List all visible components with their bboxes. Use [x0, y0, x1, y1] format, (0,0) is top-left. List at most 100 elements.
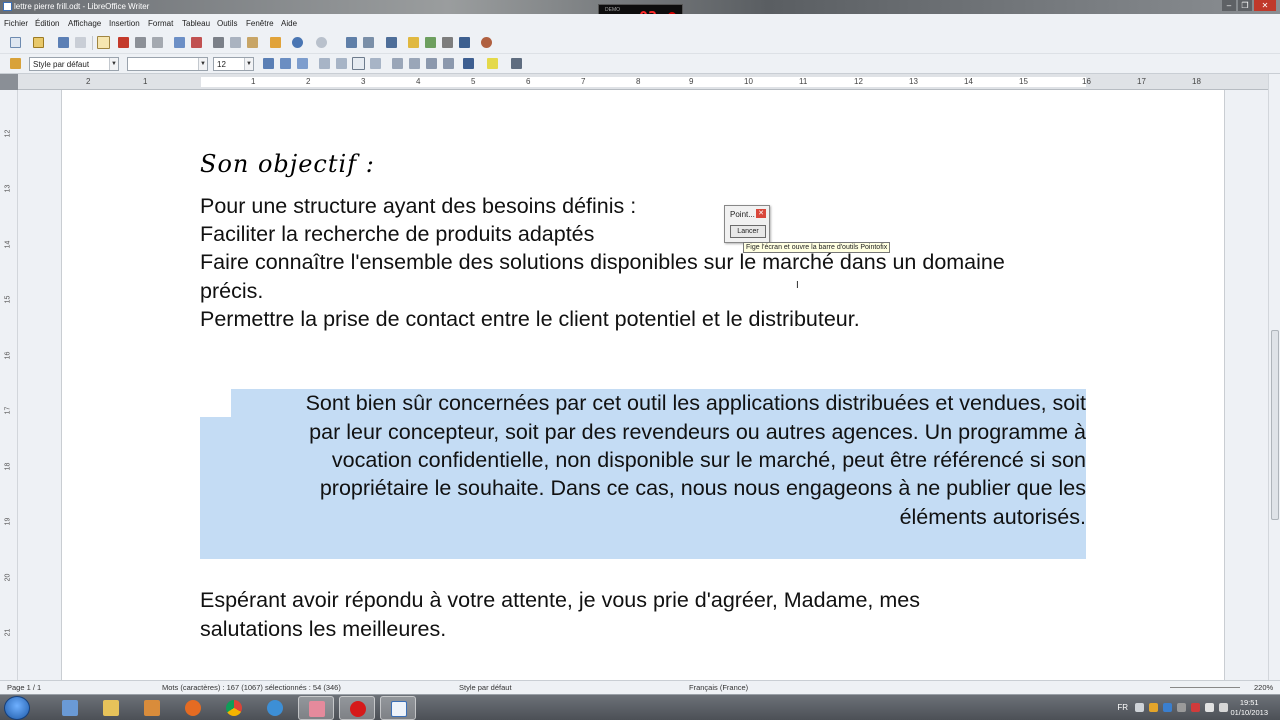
- selected-line: vocation confidentielle, non disponible …: [331, 448, 1086, 472]
- undo-icon[interactable]: [292, 37, 303, 48]
- menu-tableau[interactable]: Tableau: [182, 19, 210, 28]
- navigator-icon[interactable]: [425, 37, 436, 48]
- menu-affichage[interactable]: Affichage: [68, 19, 101, 28]
- taskbar-writer[interactable]: [380, 696, 416, 720]
- selected-line: par leur concepteur, soit par des revend…: [309, 420, 1086, 444]
- print-preview-icon[interactable]: [152, 37, 163, 48]
- tray-app-icon[interactable]: [1163, 703, 1172, 712]
- menu-outils[interactable]: Outils: [217, 19, 237, 28]
- tray-app-icon[interactable]: [1177, 703, 1186, 712]
- clock-time: 19:51: [1239, 698, 1259, 707]
- zoom-slider[interactable]: [1170, 687, 1240, 688]
- selected-paragraph[interactable]: Sont bien sûr concernées par cet outil l…: [200, 389, 1086, 559]
- numbering-icon[interactable]: [392, 58, 403, 69]
- tray-app-icon[interactable]: [1191, 703, 1200, 712]
- tray-clock[interactable]: 19:51 01/10/2013: [1230, 698, 1268, 718]
- recorder-label: DEMO: [605, 7, 620, 13]
- taskbar-explorer[interactable]: [52, 696, 88, 720]
- autocheck-icon[interactable]: [191, 37, 202, 48]
- formatting-toolbar: Style par défaut ▼ ▼ 12 ▼: [0, 54, 1280, 74]
- save-icon[interactable]: [58, 37, 69, 48]
- menu-fichier[interactable]: Fichier: [4, 19, 28, 28]
- taskbar-pointofix[interactable]: [298, 696, 334, 720]
- folder-icon: [103, 700, 119, 716]
- table-icon[interactable]: [363, 37, 374, 48]
- network-icon[interactable]: [1205, 703, 1214, 712]
- redo-icon[interactable]: [316, 37, 327, 48]
- scrollbar-thumb[interactable]: [1271, 330, 1279, 520]
- show-draw-icon[interactable]: [386, 37, 397, 48]
- tray-arrow-icon[interactable]: [1135, 703, 1144, 712]
- vruler-number: 15: [4, 295, 12, 304]
- help-icon[interactable]: [481, 37, 492, 48]
- paste-icon[interactable]: [247, 37, 258, 48]
- find-replace-icon[interactable]: [408, 37, 419, 48]
- taskbar-recorder[interactable]: [339, 696, 375, 720]
- decrease-indent-icon[interactable]: [426, 58, 437, 69]
- close-button[interactable]: ✕: [1254, 0, 1276, 11]
- clone-formatting-icon[interactable]: [270, 37, 281, 48]
- start-button[interactable]: [4, 696, 30, 720]
- open-folder-icon[interactable]: [33, 37, 44, 48]
- menu-fenetre[interactable]: Fenêtre: [246, 19, 274, 28]
- ruler-number: 11: [799, 77, 808, 86]
- italic-icon[interactable]: [280, 58, 291, 69]
- email-icon[interactable]: [75, 37, 86, 48]
- formatting-marks-icon[interactable]: [459, 37, 470, 48]
- taskbar-ie[interactable]: [257, 696, 293, 720]
- menu-insertion[interactable]: Insertion: [109, 19, 140, 28]
- copy-icon[interactable]: [230, 37, 241, 48]
- tray-app-icon[interactable]: [1149, 703, 1158, 712]
- tray-language[interactable]: FR: [1117, 703, 1128, 712]
- new-document-icon[interactable]: [10, 37, 21, 48]
- horizontal-ruler[interactable]: 2 1 1 2 3 4 5 6 7 8 9 10 11 12 13 14 15 …: [18, 74, 1268, 90]
- paragraph-style-select[interactable]: Style par défaut ▼: [29, 57, 119, 71]
- increase-indent-icon[interactable]: [443, 58, 454, 69]
- print-icon[interactable]: [135, 37, 146, 48]
- volume-icon[interactable]: [1219, 703, 1228, 712]
- ruler-number: 10: [744, 77, 753, 86]
- background-color-icon[interactable]: [511, 58, 522, 69]
- ruler-text-area: [201, 77, 1086, 87]
- minimize-button[interactable]: –: [1222, 0, 1236, 11]
- menu-aide[interactable]: Aide: [281, 19, 297, 28]
- taskbar-media[interactable]: [134, 696, 170, 720]
- ruler-number: 1: [143, 77, 148, 86]
- highlight-icon[interactable]: [487, 58, 498, 69]
- vertical-scrollbar[interactable]: [1268, 74, 1280, 680]
- align-center-icon[interactable]: [336, 58, 347, 69]
- taskbar-chrome[interactable]: [216, 696, 252, 720]
- taskbar-folder[interactable]: [93, 696, 129, 720]
- edit-mode-icon[interactable]: [97, 36, 110, 49]
- justify-icon[interactable]: [370, 58, 381, 69]
- font-color-icon[interactable]: [463, 58, 474, 69]
- status-style[interactable]: Style par défaut: [459, 683, 512, 692]
- ruler-number: 15: [1019, 77, 1028, 86]
- hyperlink-icon[interactable]: [346, 37, 357, 48]
- gallery-icon[interactable]: [442, 37, 453, 48]
- bullets-icon[interactable]: [409, 58, 420, 69]
- font-name-select[interactable]: ▼: [127, 57, 208, 71]
- align-right-icon[interactable]: [352, 57, 365, 70]
- styles-icon[interactable]: [10, 58, 21, 69]
- menu-edition[interactable]: Édition: [35, 19, 59, 28]
- pointofix-icon: [309, 701, 325, 717]
- maximize-button[interactable]: ❐: [1238, 0, 1252, 11]
- align-left-icon[interactable]: [319, 58, 330, 69]
- cut-icon[interactable]: [213, 37, 224, 48]
- standard-toolbar: [0, 32, 1280, 54]
- lancer-button[interactable]: Lancer: [730, 225, 766, 238]
- underline-icon[interactable]: [297, 58, 308, 69]
- menu-format[interactable]: Format: [148, 19, 173, 28]
- status-zoom[interactable]: 220%: [1254, 683, 1273, 692]
- bold-icon[interactable]: [263, 58, 274, 69]
- popup-title: Point...: [730, 210, 755, 219]
- ruler-number: 12: [854, 77, 863, 86]
- export-pdf-icon[interactable]: [118, 37, 129, 48]
- status-language[interactable]: Français (France): [689, 683, 748, 692]
- spellcheck-icon[interactable]: [174, 37, 185, 48]
- pointofix-popup: Point... ✕ Lancer: [724, 205, 770, 243]
- taskbar-firefox[interactable]: [175, 696, 211, 720]
- popup-close-icon[interactable]: ✕: [756, 209, 766, 218]
- font-size-select[interactable]: 12 ▼: [213, 57, 254, 71]
